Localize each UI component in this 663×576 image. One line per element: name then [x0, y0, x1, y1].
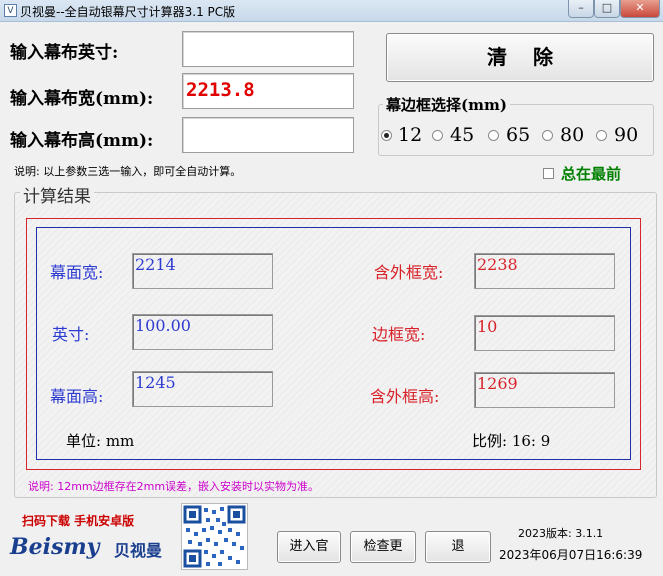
datetime-label: 2023年06月07日16:6:39 [499, 548, 643, 562]
beismy-logo: Beismy 贝视曼 [10, 534, 172, 562]
frame-radio-12[interactable] [381, 130, 392, 141]
inch-result-value: 100.00 [132, 314, 273, 350]
outer-width-value: 2238 [474, 253, 615, 289]
width-input-label: 输入幕布宽(mm): [10, 89, 154, 109]
exit-button[interactable]: 退 [425, 531, 491, 563]
always-on-top-checkbox[interactable] [543, 168, 554, 179]
frame-radio-45[interactable] [432, 130, 443, 141]
visit-website-button[interactable]: 进入官 [277, 531, 341, 563]
width-input-value: 2213.8 [186, 79, 255, 101]
ratio-label: 比例: 16: 9 [472, 432, 551, 450]
outer-height-value: 1269 [474, 372, 615, 408]
check-update-button[interactable]: 检查更 [350, 531, 416, 563]
inch-input-label: 输入幕布英寸: [10, 43, 119, 63]
outer-width-label: 含外框宽: [374, 263, 444, 282]
frame-radio-65-label: 65 [506, 124, 531, 146]
maximize-button[interactable]: □ [594, 0, 620, 18]
screen-height-label: 幕面高: [50, 387, 104, 406]
clear-button[interactable]: 清除 [386, 33, 654, 82]
frame-radio-80[interactable] [542, 130, 553, 141]
frame-radio-45-label: 45 [450, 124, 475, 146]
frame-radio-90[interactable] [596, 130, 607, 141]
screen-width-label: 幕面宽: [50, 263, 104, 282]
screen-height-value: 1245 [132, 371, 273, 407]
outer-height-label: 含外框高: [370, 387, 440, 406]
qr-code-image [181, 503, 248, 570]
always-on-top-label: 总在最前 [561, 165, 622, 183]
logo-text: Beismy [10, 534, 100, 560]
screen-width-value: 2214 [132, 253, 273, 289]
border-width-value: 10 [474, 315, 615, 351]
window-title: 贝视曼--全自动银幕尺寸计算器3.1 PC版 [20, 5, 236, 19]
input-hint: 说明: 以上参数三选一输入，即可全自动计算。 [14, 165, 242, 178]
width-input[interactable]: 2213.8 [182, 73, 354, 109]
results-legend: 计算结果 [20, 182, 94, 207]
app-icon: V [4, 4, 17, 17]
frame-radio-65[interactable] [488, 130, 499, 141]
logo-cn-text: 贝视曼 [114, 541, 163, 560]
scan-download-text: 扫码下载 手机安卓版 [22, 514, 135, 528]
border-width-label: 边框宽: [372, 325, 426, 344]
inch-input[interactable] [182, 31, 354, 67]
frame-radio-90-label: 90 [614, 124, 639, 146]
height-input-label: 输入幕布高(mm): [10, 131, 154, 151]
height-input[interactable] [182, 117, 354, 153]
frame-radio-12-label: 12 [398, 124, 423, 146]
inch-result-label: 英寸: [52, 325, 90, 344]
error-note: 说明: 12mm边框存在2mm误差，嵌入安装时以实物为准。 [28, 480, 320, 493]
close-button[interactable]: ✕ [620, 0, 660, 18]
unit-label: 单位: mm [66, 432, 135, 450]
frame-radio-80-label: 80 [560, 124, 585, 146]
qr-code-icon [183, 505, 246, 568]
version-label: 2023版本: 3.1.1 [518, 527, 604, 540]
frame-select-legend: 幕边框选择(mm) [383, 94, 510, 115]
minimize-button[interactable]: – [568, 0, 594, 18]
